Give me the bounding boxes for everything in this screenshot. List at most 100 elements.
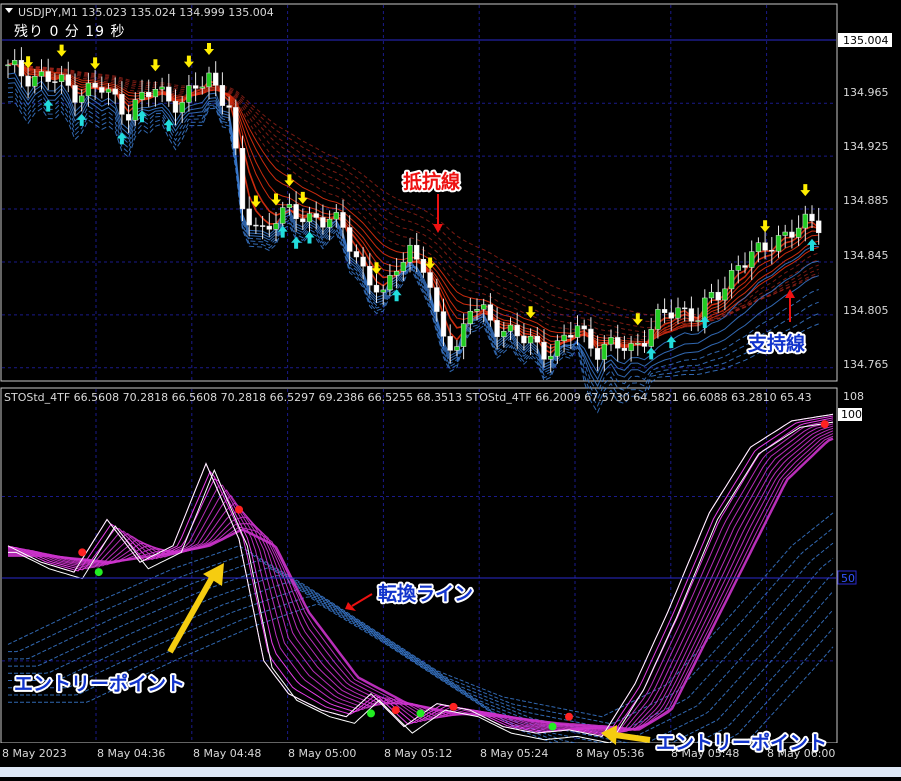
candle-body: [213, 72, 219, 86]
candle-body: [18, 60, 25, 77]
candle-body: [795, 227, 802, 238]
sell-signal-dot: [449, 702, 458, 711]
candle-body: [306, 213, 313, 223]
candle-body: [152, 88, 159, 98]
candle-body: [782, 231, 788, 236]
candle-body: [52, 81, 58, 83]
candle-body: [789, 231, 795, 238]
candle-body: [45, 71, 51, 82]
time-tick: 8 May 2023: [2, 747, 67, 760]
candle-body: [621, 347, 628, 351]
candle-body: [534, 335, 540, 343]
candle-body: [682, 307, 688, 310]
candle-body: [514, 324, 520, 337]
candle-body: [655, 309, 661, 330]
candle-body: [72, 85, 78, 103]
candle-body: [347, 227, 353, 252]
candle-body: [775, 235, 782, 252]
candle-body: [105, 88, 112, 93]
candle-body: [802, 213, 808, 229]
price-tick: 134.805: [843, 304, 889, 317]
candle-body: [420, 259, 427, 273]
candle-body: [507, 324, 514, 332]
candle-body: [615, 337, 621, 349]
candle-body: [273, 223, 279, 230]
candle-body: [548, 355, 554, 360]
candle-body: [172, 100, 179, 113]
price-tick: 134.965: [843, 86, 889, 99]
candle-body: [206, 72, 212, 88]
candle-body: [146, 91, 152, 98]
candle-body: [159, 86, 165, 90]
time-tick: 8 May 04:36: [97, 747, 165, 760]
candle-body: [326, 218, 333, 228]
candle-body: [762, 242, 768, 251]
candle-body: [561, 334, 567, 342]
candle-body: [494, 320, 500, 337]
candle-body: [722, 288, 728, 301]
candle-body: [360, 256, 366, 267]
sell-signal-dot: [565, 712, 573, 721]
candle-body: [661, 309, 668, 313]
candle-body: [400, 261, 406, 272]
candle-body: [333, 212, 339, 220]
candle-body: [541, 341, 547, 360]
candle-body: [742, 265, 748, 268]
buy-signal-dot: [548, 722, 557, 731]
candle-body: [487, 304, 494, 321]
candle-body: [192, 85, 199, 89]
candle-body: [233, 107, 239, 149]
candle-body: [668, 312, 674, 319]
price-tick: 134.885: [843, 194, 889, 207]
turn-line-label: 転換ライン: [378, 582, 473, 605]
sell-signal-dot: [78, 548, 87, 557]
candle-body: [769, 249, 775, 252]
candle-body: [414, 244, 420, 260]
candle-body: [125, 114, 132, 121]
time-tick: 8 May 05:12: [384, 747, 452, 760]
candle-body: [481, 304, 487, 310]
candle-body: [112, 88, 118, 95]
candle-body: [427, 272, 433, 288]
candle-body: [239, 148, 246, 210]
candle-body: [460, 323, 467, 347]
sell-signal-dot: [391, 706, 400, 715]
countdown-timer: 残り 0 分 19 秒: [14, 24, 126, 40]
candle-body: [641, 342, 648, 347]
candle-body: [648, 329, 654, 347]
candle-body: [280, 207, 286, 224]
candle-body: [38, 71, 45, 77]
oscillator-header: STOStd_4TF 66.5608 70.2818 66.5608 70.28…: [4, 391, 812, 404]
candle-body: [85, 82, 92, 97]
candle-body: [79, 95, 85, 103]
candle-body: [440, 311, 447, 337]
candle-body: [253, 224, 259, 227]
candle-body: [527, 335, 534, 344]
candle-body: [226, 105, 232, 108]
candle-body: [132, 99, 138, 121]
candle-body: [635, 342, 641, 345]
osc-tick-100: 100: [841, 408, 862, 421]
candle-body: [12, 60, 18, 66]
chart-canvas[interactable]: 135.004 134.965 134.925 134.885 134.845 …: [0, 0, 901, 777]
buy-signal-dot: [94, 568, 103, 577]
candle-body: [393, 271, 400, 276]
candle-body: [467, 310, 473, 324]
candle-body: [246, 208, 252, 226]
candle-body: [32, 76, 38, 87]
candle-body: [320, 217, 326, 228]
candle-body: [568, 334, 574, 338]
candle-body: [407, 244, 413, 263]
candle-body: [708, 291, 715, 299]
candle-body: [588, 328, 594, 349]
candle-body: [675, 307, 681, 319]
time-tick: 8 May 04:48: [193, 747, 261, 760]
candle-body: [186, 85, 192, 103]
candle-body: [628, 343, 634, 351]
resistance-label: 抵抗線: [403, 170, 460, 193]
candle-body: [99, 87, 105, 93]
candle-body: [816, 220, 822, 234]
candle-body: [266, 225, 272, 230]
candle-body: [166, 86, 172, 102]
candle-body: [601, 343, 607, 360]
